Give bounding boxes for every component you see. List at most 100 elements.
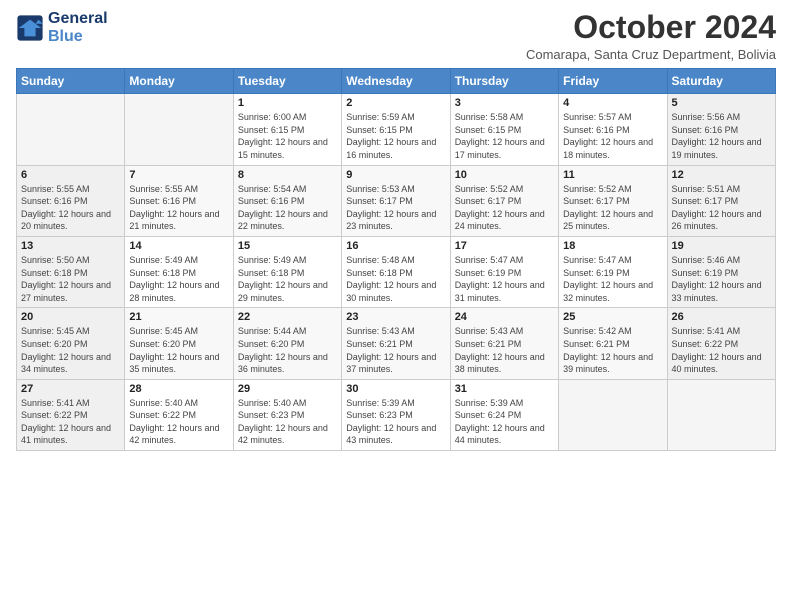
day-number: 20: [21, 311, 120, 323]
day-number: 13: [21, 240, 120, 252]
day-number: 23: [346, 311, 445, 323]
calendar-cell: 17Sunrise: 5:47 AMSunset: 6:19 PMDayligh…: [450, 236, 558, 307]
calendar-week-row: 6 Sunrise: 5:55 AMSunset: 6:16 PMDaylight…: [17, 165, 776, 236]
calendar-cell: 19Sunrise: 5:46 AMSunset: 6:19 PMDayligh…: [667, 236, 775, 307]
day-number: 2: [346, 97, 445, 109]
calendar-cell: 30 Sunrise: 5:39 AMSunset: 6:23 PMDayligh…: [342, 379, 450, 450]
day-info: Sunrise: 5:40 AMSunset: 6:23 PMDaylight:…: [238, 397, 337, 447]
weekday-header-thursday: Thursday: [450, 69, 558, 94]
calendar-cell: 22Sunrise: 5:44 AMSunset: 6:20 PMDayligh…: [233, 308, 341, 379]
day-number: 30: [346, 383, 445, 395]
day-number: 6: [21, 169, 120, 181]
weekday-header-sunday: Sunday: [17, 69, 125, 94]
day-number: 3: [455, 97, 554, 109]
day-info: Sunrise: 5:50 AMSunset: 6:18 PMDaylight:…: [21, 254, 120, 304]
weekday-header-tuesday: Tuesday: [233, 69, 341, 94]
calendar-cell: 24Sunrise: 5:43 AMSunset: 6:21 PMDayligh…: [450, 308, 558, 379]
day-number: 5: [672, 97, 771, 109]
calendar-cell: 21Sunrise: 5:45 AMSunset: 6:20 PMDayligh…: [125, 308, 233, 379]
location-subtitle: Comarapa, Santa Cruz Department, Bolivia: [526, 47, 776, 62]
calendar-cell: [667, 379, 775, 450]
weekday-header-saturday: Saturday: [667, 69, 775, 94]
day-info: Sunrise: 5:39 AMSunset: 6:23 PMDaylight:…: [346, 397, 445, 447]
calendar-cell: 6 Sunrise: 5:55 AMSunset: 6:16 PMDaylight…: [17, 165, 125, 236]
day-info: Sunrise: 5:39 AMSunset: 6:24 PMDaylight:…: [455, 397, 554, 447]
day-number: 18: [563, 240, 662, 252]
day-info: Sunrise: 5:46 AMSunset: 6:19 PMDaylight:…: [672, 254, 771, 304]
day-info: Sunrise: 5:41 AMSunset: 6:22 PMDaylight:…: [21, 397, 120, 447]
day-info: Sunrise: 5:44 AMSunset: 6:20 PMDaylight:…: [238, 325, 337, 375]
calendar-week-row: 27 Sunrise: 5:41 AMSunset: 6:22 PMDayligh…: [17, 379, 776, 450]
day-info: Sunrise: 5:52 AMSunset: 6:17 PMDaylight:…: [563, 183, 662, 233]
calendar-cell: 8 Sunrise: 5:54 AMSunset: 6:16 PMDaylight…: [233, 165, 341, 236]
day-number: 10: [455, 169, 554, 181]
day-number: 12: [672, 169, 771, 181]
calendar-cell: [559, 379, 667, 450]
day-info: Sunrise: 5:54 AMSunset: 6:16 PMDaylight:…: [238, 183, 337, 233]
day-info: Sunrise: 5:53 AMSunset: 6:17 PMDaylight:…: [346, 183, 445, 233]
day-number: 28: [129, 383, 228, 395]
calendar-cell: 29 Sunrise: 5:40 AMSunset: 6:23 PMDayligh…: [233, 379, 341, 450]
day-info: Sunrise: 5:45 AMSunset: 6:20 PMDaylight:…: [21, 325, 120, 375]
day-number: 16: [346, 240, 445, 252]
day-info: Sunrise: 5:58 AMSunset: 6:15 PMDaylight:…: [455, 111, 554, 161]
day-info: Sunrise: 5:55 AMSunset: 6:16 PMDaylight:…: [21, 183, 120, 233]
calendar-week-row: 20 Sunrise: 5:45 AMSunset: 6:20 PMDayligh…: [17, 308, 776, 379]
day-info: Sunrise: 5:49 AMSunset: 6:18 PMDaylight:…: [238, 254, 337, 304]
day-number: 26: [672, 311, 771, 323]
calendar-cell: 3 Sunrise: 5:58 AMSunset: 6:15 PMDaylight…: [450, 94, 558, 165]
day-number: 17: [455, 240, 554, 252]
logo: General Blue: [16, 10, 108, 45]
calendar-table: SundayMondayTuesdayWednesdayThursdayFrid…: [16, 68, 776, 451]
calendar-cell: 10 Sunrise: 5:52 AMSunset: 6:17 PMDayligh…: [450, 165, 558, 236]
calendar-week-row: 1Sunrise: 6:00 AMSunset: 6:15 PMDaylight…: [17, 94, 776, 165]
calendar-cell: [125, 94, 233, 165]
day-number: 11: [563, 169, 662, 181]
day-info: Sunrise: 5:59 AMSunset: 6:15 PMDaylight:…: [346, 111, 445, 161]
day-info: Sunrise: 5:48 AMSunset: 6:18 PMDaylight:…: [346, 254, 445, 304]
calendar-cell: 14 Sunrise: 5:49 AMSunset: 6:18 PMDayligh…: [125, 236, 233, 307]
day-info: Sunrise: 5:55 AMSunset: 6:16 PMDaylight:…: [129, 183, 228, 233]
calendar-page: General Blue October 2024 Comarapa, Sant…: [0, 0, 792, 612]
day-number: 24: [455, 311, 554, 323]
day-number: 9: [346, 169, 445, 181]
calendar-cell: [17, 94, 125, 165]
day-info: Sunrise: 5:40 AMSunset: 6:22 PMDaylight:…: [129, 397, 228, 447]
day-number: 14: [129, 240, 228, 252]
day-info: Sunrise: 5:41 AMSunset: 6:22 PMDaylight:…: [672, 325, 771, 375]
day-number: 31: [455, 383, 554, 395]
calendar-cell: 4 Sunrise: 5:57 AMSunset: 6:16 PMDaylight…: [559, 94, 667, 165]
day-info: Sunrise: 5:51 AMSunset: 6:17 PMDaylight:…: [672, 183, 771, 233]
weekday-header-row: SundayMondayTuesdayWednesdayThursdayFrid…: [17, 69, 776, 94]
calendar-cell: 16 Sunrise: 5:48 AMSunset: 6:18 PMDayligh…: [342, 236, 450, 307]
calendar-cell: 28 Sunrise: 5:40 AMSunset: 6:22 PMDayligh…: [125, 379, 233, 450]
day-number: 21: [129, 311, 228, 323]
weekday-header-monday: Monday: [125, 69, 233, 94]
day-info: Sunrise: 5:49 AMSunset: 6:18 PMDaylight:…: [129, 254, 228, 304]
calendar-cell: 12 Sunrise: 5:51 AMSunset: 6:17 PMDayligh…: [667, 165, 775, 236]
calendar-week-row: 13 Sunrise: 5:50 AMSunset: 6:18 PMDayligh…: [17, 236, 776, 307]
day-number: 29: [238, 383, 337, 395]
page-header: General Blue October 2024 Comarapa, Sant…: [16, 10, 776, 62]
weekday-header-friday: Friday: [559, 69, 667, 94]
day-number: 27: [21, 383, 120, 395]
title-block: October 2024 Comarapa, Santa Cruz Depart…: [526, 10, 776, 62]
day-info: Sunrise: 5:57 AMSunset: 6:16 PMDaylight:…: [563, 111, 662, 161]
day-info: Sunrise: 5:52 AMSunset: 6:17 PMDaylight:…: [455, 183, 554, 233]
calendar-cell: 25Sunrise: 5:42 AMSunset: 6:21 PMDayligh…: [559, 308, 667, 379]
day-info: Sunrise: 5:56 AMSunset: 6:16 PMDaylight:…: [672, 111, 771, 161]
calendar-cell: 9 Sunrise: 5:53 AMSunset: 6:17 PMDaylight…: [342, 165, 450, 236]
logo-icon: [16, 14, 44, 42]
day-number: 4: [563, 97, 662, 109]
day-number: 15: [238, 240, 337, 252]
calendar-cell: 11 Sunrise: 5:52 AMSunset: 6:17 PMDayligh…: [559, 165, 667, 236]
calendar-cell: 1Sunrise: 6:00 AMSunset: 6:15 PMDaylight…: [233, 94, 341, 165]
day-info: Sunrise: 5:43 AMSunset: 6:21 PMDaylight:…: [346, 325, 445, 375]
day-info: Sunrise: 5:42 AMSunset: 6:21 PMDaylight:…: [563, 325, 662, 375]
weekday-header-wednesday: Wednesday: [342, 69, 450, 94]
calendar-cell: 31 Sunrise: 5:39 AMSunset: 6:24 PMDayligh…: [450, 379, 558, 450]
day-number: 8: [238, 169, 337, 181]
calendar-cell: 5 Sunrise: 5:56 AMSunset: 6:16 PMDaylight…: [667, 94, 775, 165]
calendar-cell: 15 Sunrise: 5:49 AMSunset: 6:18 PMDayligh…: [233, 236, 341, 307]
day-number: 1: [238, 97, 337, 109]
